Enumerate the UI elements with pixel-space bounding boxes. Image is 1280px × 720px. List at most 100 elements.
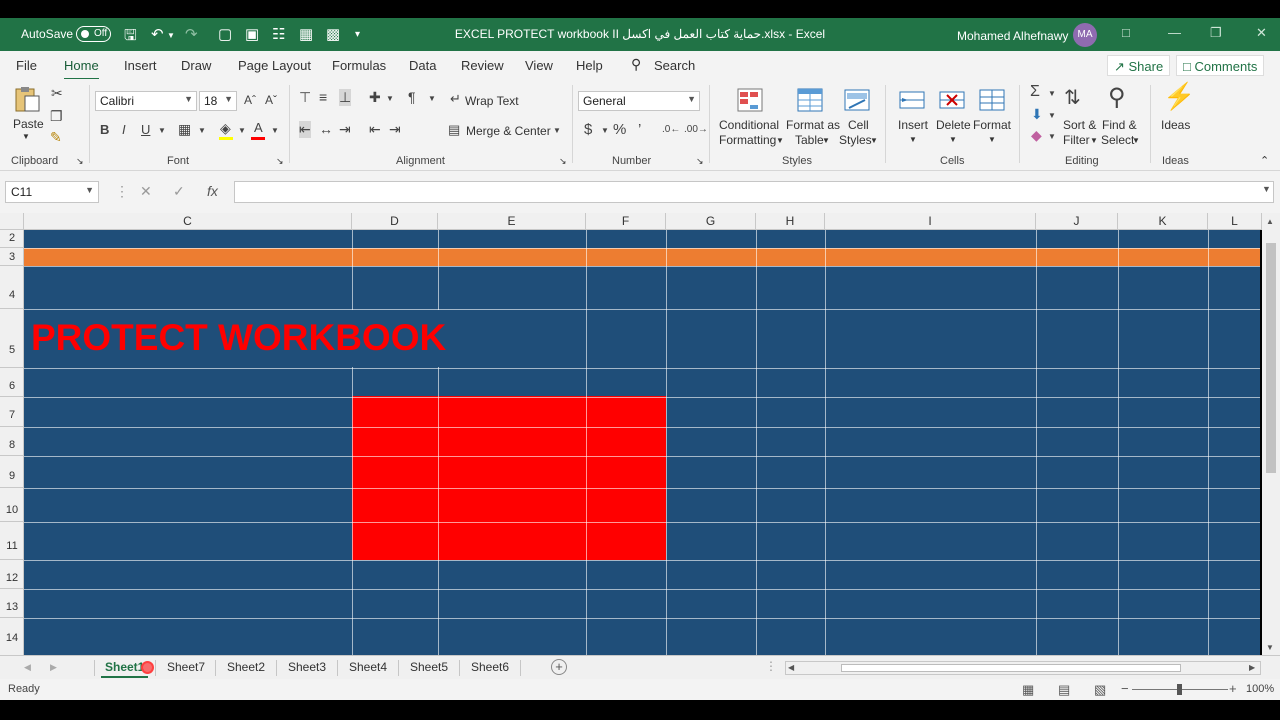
conditional-formatting-icon[interactable] [736,86,764,114]
number-format-combo[interactable]: General ▼ [578,91,700,111]
avatar[interactable]: MA [1073,23,1097,47]
cut-icon[interactable]: ✂ [51,85,63,102]
column-header[interactable]: L [1208,213,1262,230]
name-box[interactable]: C11 ▼ [5,181,99,203]
search-box[interactable]: Search [654,58,695,73]
format-cells-label[interactable]: Format [973,118,1011,132]
conditional-formatting-label-2[interactable]: Formatting [719,133,776,147]
row-header[interactable]: 5 [0,309,24,368]
sheet-tab-sheet2[interactable]: Sheet2 [227,660,265,674]
align-top-icon[interactable]: ⊤ [299,89,311,106]
ribbon-display-icon[interactable]: □ [1122,25,1130,40]
row-header[interactable]: 4 [0,266,24,309]
number-launcher-icon[interactable]: ↘ [696,156,704,167]
worksheet-grid[interactable]: PROTECT WORKBOOK [24,230,1260,655]
font-size-combo[interactable]: 18 ▼ [199,91,237,111]
quick-print-icon[interactable]: ▢ [218,25,232,43]
tab-page-layout[interactable]: Page Layout [238,58,311,73]
paste-dropdown-icon[interactable]: ▼ [22,132,30,141]
format-as-table-label-2[interactable]: Table [795,133,824,147]
scroll-down-icon[interactable]: ▼ [1266,643,1274,652]
minimize-icon[interactable]: — [1168,25,1181,40]
orientation-dropdown-icon[interactable]: ▼ [386,94,394,103]
cell-styles-label[interactable]: Cell [848,118,869,132]
find-select-icon[interactable]: ⚲ [1108,83,1126,112]
fill-color-icon[interactable]: ◈ [220,120,231,137]
copy-icon[interactable]: ❐ [50,108,63,125]
horizontal-scrollbar[interactable]: ◀ ▶ [785,661,1261,675]
grid-icon[interactable]: ▦ [299,25,313,43]
currency-dropdown-icon[interactable]: ▼ [601,126,609,135]
ideas-button[interactable]: Ideas [1161,118,1190,132]
paste-label[interactable]: Paste [13,117,44,131]
align-bottom-icon[interactable]: ⊥ [339,89,352,106]
camera-icon[interactable]: ▣ [245,25,259,43]
sort-dropdown-icon[interactable]: ▼ [1090,136,1098,145]
zoom-level[interactable]: 100% [1246,683,1274,695]
borders-dropdown-icon[interactable]: ▼ [198,126,206,135]
close-icon[interactable]: ✕ [1256,25,1267,41]
column-header[interactable]: K [1118,213,1208,230]
sort-filter-label[interactable]: Sort & [1063,118,1096,132]
increase-indent-icon[interactable]: ⇥ [389,121,401,138]
cancel-icon[interactable]: ✕ [140,183,152,200]
cf-dropdown-icon[interactable]: ▼ [776,136,784,145]
delete-cells-label[interactable]: Delete [936,118,971,132]
column-header[interactable]: G [666,213,756,230]
scroll-left-icon[interactable]: ◀ [788,663,794,672]
insert-cells-icon[interactable] [898,86,926,114]
row-header[interactable]: 3 [0,248,24,266]
currency-icon[interactable]: $ [584,121,592,138]
column-header[interactable]: D [352,213,438,230]
row-header[interactable]: 13 [0,589,24,618]
rtl-dropdown-icon[interactable]: ▼ [428,94,436,103]
tab-draw[interactable]: Draw [181,58,211,73]
vertical-scroll-thumb[interactable] [1266,243,1276,473]
formula-input[interactable] [234,181,1274,203]
increase-decimal-icon[interactable]: .0← [662,124,680,135]
clipboard-launcher-icon[interactable]: ↘ [76,156,84,167]
select-all-corner[interactable] [0,213,24,230]
enter-icon[interactable]: ✓ [173,183,185,200]
format-painter-icon[interactable]: ✎ [50,129,62,146]
font-launcher-icon[interactable]: ↘ [276,156,284,167]
prev-sheet-icon[interactable]: ◀ [24,662,31,673]
delete-dropdown-icon[interactable]: ▼ [949,135,957,144]
new-sheet-button[interactable]: + [551,659,567,675]
clear-icon[interactable]: ◆ [1031,127,1042,144]
align-left-icon[interactable]: ⇤ [299,121,311,138]
tab-home[interactable]: Home [64,58,99,81]
page-layout-view-icon[interactable]: ▤ [1058,682,1070,698]
column-header[interactable]: E [438,213,586,230]
insert-dropdown-icon[interactable]: ▼ [909,135,917,144]
sort-filter-icon[interactable]: ⇅ [1064,85,1081,110]
align-center-icon[interactable]: ↔ [319,121,333,137]
decrease-indent-icon[interactable]: ⇤ [369,121,381,138]
fill-icon[interactable]: ⬇ [1031,106,1043,123]
row-header[interactable]: 12 [0,560,24,589]
row-header[interactable]: 10 [0,488,24,522]
tab-file[interactable]: File [16,58,37,73]
search-icon[interactable]: ⚲ [631,56,641,73]
merge-center-icon[interactable]: ▤ [448,122,460,138]
borders-icon[interactable]: ▦ [178,121,191,138]
expand-formula-icon[interactable]: ▼ [1262,184,1271,194]
collapse-ribbon-icon[interactable]: ⌃ [1260,154,1269,167]
comment-icon[interactable]: ▩ [326,25,340,43]
tab-view[interactable]: View [525,58,553,73]
merge-center-button[interactable]: Merge & Center [466,124,551,138]
customize-qat-icon[interactable]: ▾ [355,29,360,40]
find-select-label[interactable]: Find & [1102,118,1137,132]
column-header[interactable]: I [825,213,1036,230]
normal-view-icon[interactable]: ▦ [1022,682,1034,698]
format-painter-qat-icon[interactable]: ☷ [272,25,285,43]
zoom-out-icon[interactable]: − [1121,681,1129,696]
scroll-up-icon[interactable]: ▲ [1266,217,1274,226]
row-header[interactable]: 7 [0,397,24,427]
undo-dropdown-icon[interactable]: ▼ [167,31,175,40]
cell-styles-icon[interactable] [843,86,871,114]
format-cells-icon[interactable] [978,86,1006,114]
sheet-tab-sheet5[interactable]: Sheet5 [410,660,448,674]
sheet-tab-sheet1[interactable]: Sheet1 [100,660,149,678]
decrease-font-icon[interactable]: Aˇ [265,93,277,107]
